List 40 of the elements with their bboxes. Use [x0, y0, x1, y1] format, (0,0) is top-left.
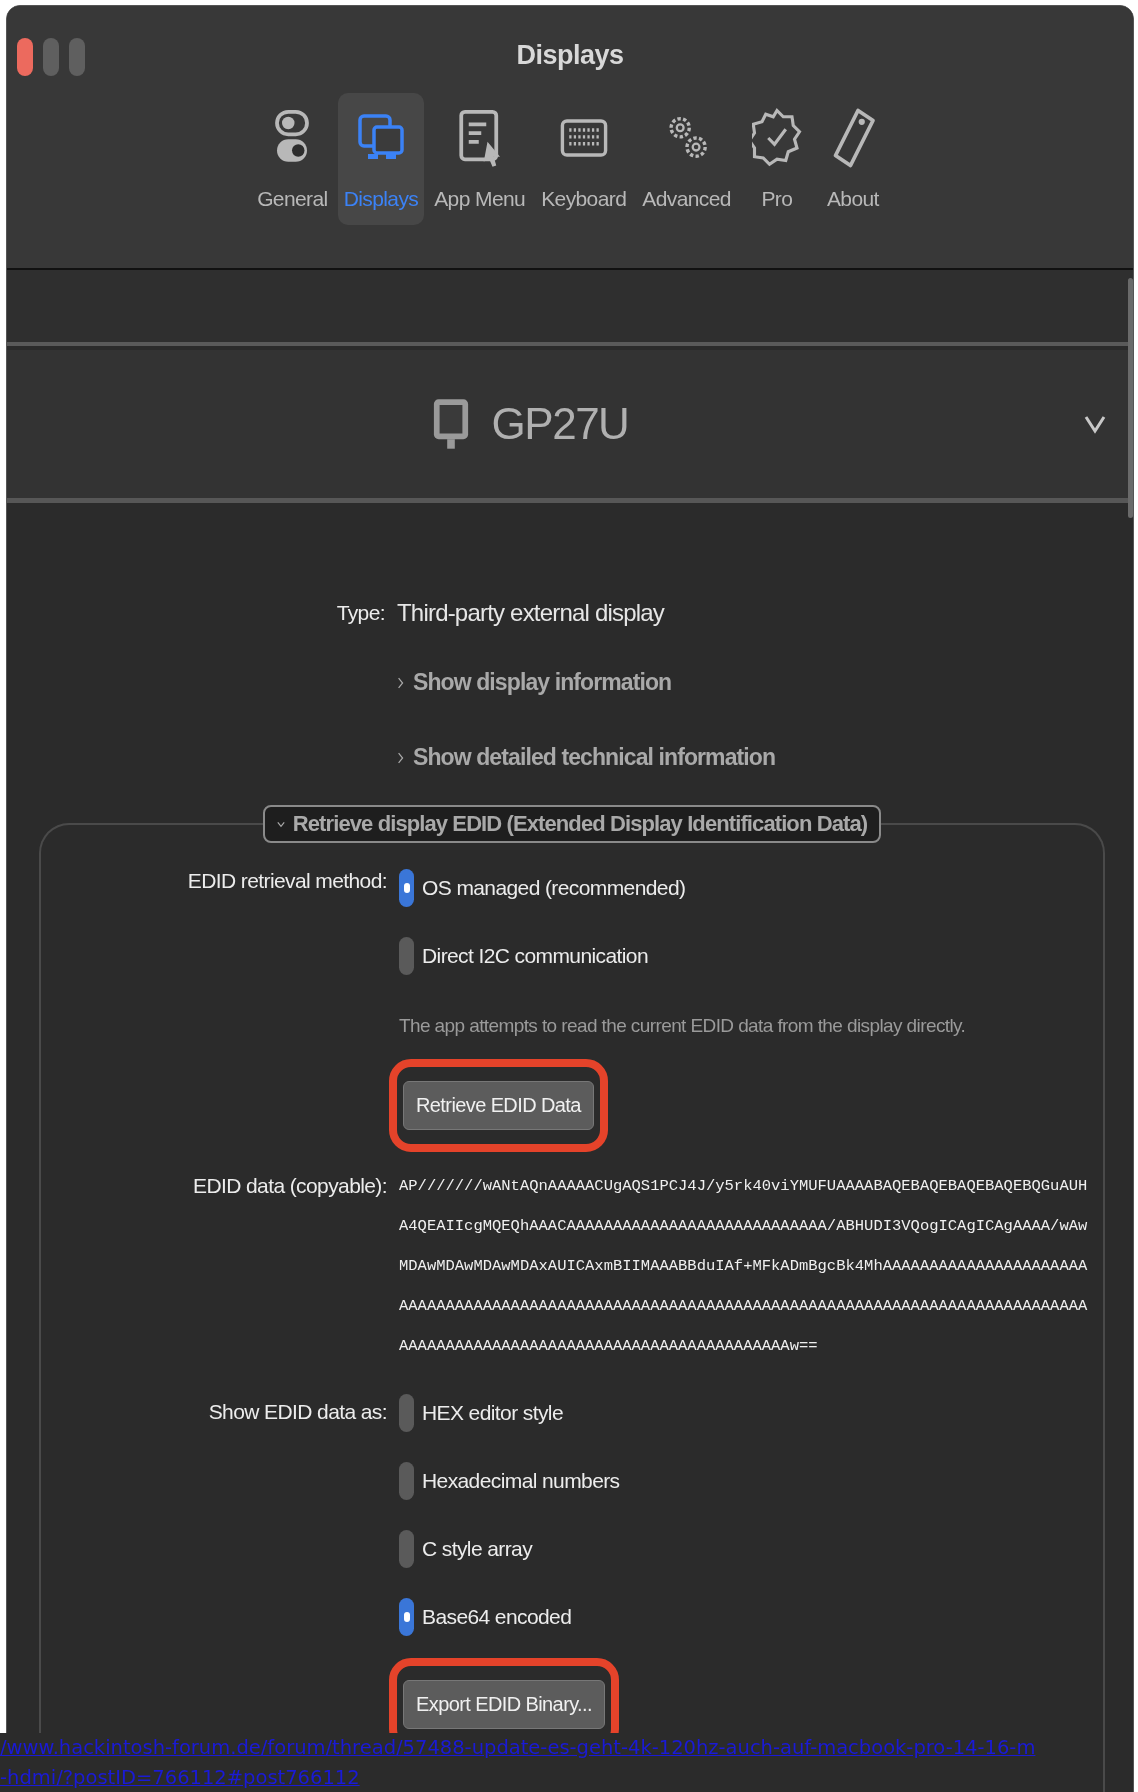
toolbar-tab[interactable]: Pro: [740, 93, 813, 225]
radio-button[interactable]: [399, 1394, 414, 1432]
radio-option[interactable]: Base64 encoded: [399, 1598, 620, 1636]
radio-button[interactable]: [399, 1462, 414, 1500]
display-name: GP27U: [491, 399, 629, 449]
monitor-icon: [431, 397, 470, 451]
type-value: Third-party external display: [397, 599, 665, 627]
retrieve-button[interactable]: Retrieve EDID Data: [403, 1081, 594, 1130]
disclosure-button[interactable]: Show detailed technical information: [397, 744, 776, 771]
toolbar-tab[interactable]: App Menu: [428, 93, 532, 225]
edid-data-label: EDID data (copyable):: [192, 1174, 388, 1198]
radio-button[interactable]: [399, 869, 414, 907]
help-text: The app attempts to read the current EDID data from the display directly.: [399, 1015, 966, 1037]
chevron-icon: [397, 750, 405, 765]
edid-data-text: AP///////wANtAQnAAAAACUgAQS1PCJ4J/y5rk40viYMUFUAAAABAQEBAQEBAQEBAQEBQGuAUHA4QEAIIcgMQEQhAAACAAAAAAAAAAAAAAAAAAAAAAAAAAAA/ABHUDI3VQogICAgICAgAAAA/wAwMDAwMDAwMDAwMDAxAUICAxmBIIMAAABBduIAf+MFkADmBgcBk4MhAAAAAAAAAAAAAAAAAAAAAAAAAAAAAAAAAAAAAAAAAAAAAAAAAAAAAAAAAAAAAAAAAAAAAAAAAAAAAAAAAAAAAAAAAAAAAAAAAAAAAAAAAAAAAAAAAAAAAAAAAAAAAAAAAAAAAAAAAAw==: [399, 1176, 1088, 1357]
scroll-bar[interactable]: [1128, 278, 1133, 518]
method-label: EDID retrieval method:: [186, 869, 388, 893]
toolbar-tab[interactable]: Keyboard: [535, 93, 633, 225]
chevron-icon: [397, 675, 405, 690]
radio-option[interactable]: Direct I2C communication: [399, 937, 686, 975]
toolbar-tab[interactable]: Advanced: [636, 93, 737, 225]
chevron-down-icon[interactable]: [1083, 414, 1107, 434]
zoom-button[interactable]: [69, 38, 85, 76]
toolbar-tab[interactable]: About: [816, 93, 889, 225]
minimize-button[interactable]: [43, 38, 59, 76]
radio-button[interactable]: [399, 1598, 414, 1636]
section-disclosure[interactable]: Retrieve display EDID (Extended Display Identification Data): [262, 805, 882, 843]
disclosure-button[interactable]: Show display information: [397, 669, 672, 696]
close-button[interactable]: [17, 38, 33, 76]
radio-option[interactable]: Hexadecimal numbers: [399, 1462, 620, 1500]
toolbar-tab[interactable]: General: [251, 93, 334, 225]
radio-button[interactable]: [399, 937, 414, 975]
radio-option[interactable]: OS managed (recommended): [399, 869, 686, 907]
radio-option[interactable]: HEX editor style: [399, 1394, 620, 1432]
radio-button[interactable]: [399, 1530, 414, 1568]
export-button[interactable]: Export EDID Binary...: [403, 1680, 605, 1729]
radio-option[interactable]: C style array: [399, 1530, 620, 1568]
format-label: Show EDID data as:: [207, 1399, 388, 1424]
window-title: Displays: [516, 39, 624, 71]
type-label: Type:: [335, 601, 386, 625]
